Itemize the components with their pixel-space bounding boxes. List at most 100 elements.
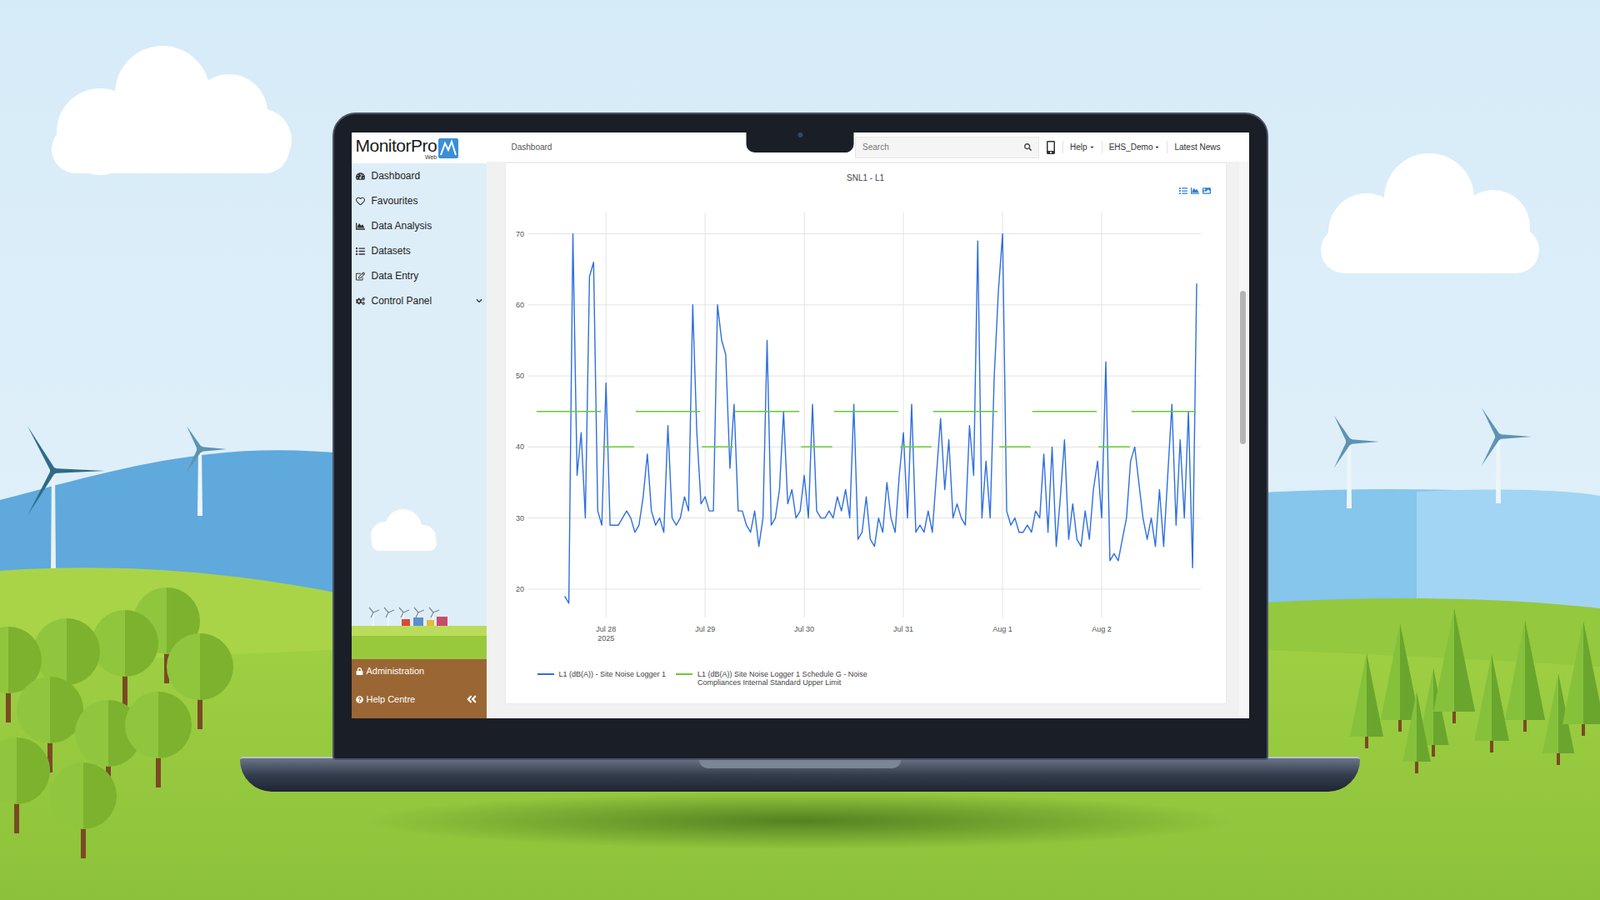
camera-icon (797, 132, 803, 138)
tree-icon (91, 610, 159, 706)
sidebar-item[interactable]: Datasets (351, 238, 487, 264)
limit-segment (833, 410, 898, 413)
limit-segment (1098, 446, 1130, 449)
pine-tree-icon (1402, 691, 1430, 774)
x-tick-label: Jul 31 (893, 625, 914, 634)
cogs-icon (355, 296, 365, 306)
x-tick-label: Aug 1 (992, 625, 1013, 634)
sidebar-item[interactable]: Data Analysis (351, 213, 487, 239)
limit-segment (932, 410, 997, 413)
laptop-base (240, 756, 1360, 792)
y-tick-label: 40 (515, 442, 524, 451)
chevron-down-icon (475, 297, 483, 305)
wind-turbine-icon (399, 607, 410, 626)
sidebar-item[interactable]: Control Panel (351, 288, 487, 314)
collapse-icon[interactable] (465, 693, 478, 705)
tree-icon (125, 691, 192, 788)
logo-edition: Web (425, 154, 437, 160)
heart-icon (355, 196, 365, 206)
chart-icon[interactable] (1190, 186, 1200, 195)
page: MonitorProWebDashboardFavouritesData Ana… (0, 0, 1600, 900)
list-icon[interactable] (1179, 186, 1188, 195)
wind-turbine-icon (1479, 406, 1532, 504)
wind-turbine-icon (184, 425, 227, 516)
grid-line (527, 233, 1201, 235)
grid-line (527, 304, 1201, 305)
legend-swatch (675, 673, 693, 675)
limit-segment (800, 446, 833, 449)
wind-turbine-icon (369, 607, 380, 626)
content: SNL1 - L1203040506070Jul 282025Jul 29Jul… (486, 161, 1250, 719)
caret-down-icon (1154, 144, 1160, 150)
legend-swatch (537, 673, 555, 675)
edit-icon (355, 271, 365, 281)
y-tick-label: 70 (515, 230, 524, 239)
sidebar: MonitorProWebDashboardFavouritesData Ana… (351, 132, 487, 719)
limit-segment (635, 410, 700, 413)
y-tick-label: 20 (515, 585, 524, 594)
y-tick-label: 50 (515, 371, 524, 380)
search-input[interactable] (862, 140, 1021, 154)
y-tick-label: 30 (515, 514, 524, 523)
x-tick-label: Jul 30 (794, 625, 815, 634)
cloud-icon (1320, 153, 1540, 274)
pine-tree-icon (1562, 620, 1600, 736)
screen: MonitorProWebDashboardFavouritesData Ana… (351, 132, 1250, 719)
limit-segment (999, 446, 1031, 449)
limit-segment (1130, 410, 1195, 413)
pine-tree-icon (1350, 653, 1384, 749)
wind-turbine-icon (1331, 414, 1380, 509)
noise-line-series (564, 234, 1196, 604)
caret-down-icon (1089, 144, 1095, 150)
y-tick-label: 60 (515, 300, 524, 310)
x-tick-label: Jul 28 (595, 625, 616, 634)
image-icon[interactable] (1202, 186, 1211, 195)
grid-line (527, 588, 1201, 590)
breadcrumb[interactable]: Dashboard (486, 140, 553, 154)
search-icon[interactable] (1024, 143, 1032, 151)
notch (746, 114, 855, 153)
chart-header: SNL1 - L1 (505, 163, 1226, 205)
sidebar-footer: Administration Help Centre (351, 659, 487, 719)
grid-line (704, 212, 705, 618)
x-tick-sublabel: 2025 (597, 634, 615, 643)
chart-title: SNL1 - L1 (505, 163, 1226, 184)
grid-line (605, 212, 606, 618)
sidebar-footer-item[interactable]: Administration (351, 661, 487, 680)
limit-segment (1031, 410, 1096, 413)
sidebar-item[interactable]: Favourites (351, 188, 487, 214)
grid-line (902, 212, 904, 618)
tree-icon (50, 762, 117, 859)
wind-turbine-icon (384, 607, 395, 626)
grid-line (527, 375, 1201, 377)
sidebar-item[interactable]: Data Entry (351, 263, 487, 289)
mobile-button[interactable] (1039, 140, 1063, 155)
scroll-area: SNL1 - L1203040506070Jul 282025Jul 29Jul… (486, 161, 1240, 719)
limit-series (535, 411, 1195, 448)
legend-item[interactable]: L1 (dB(A)) - Site Noise Logger 1 (537, 670, 667, 679)
x-tick-label: Aug 2 (1091, 625, 1112, 634)
scrollbar[interactable] (1239, 161, 1248, 719)
sidebar-footer-item[interactable]: Help Centre (351, 690, 487, 709)
legend-item[interactable]: L1 (dB(A)) Site Noise Logger 1 Schedule … (675, 670, 890, 687)
logo-name: MonitorPro (355, 136, 438, 155)
lock-icon (355, 667, 364, 675)
topbar-menu[interactable]: Latest News (1166, 140, 1227, 154)
help-icon (355, 695, 364, 704)
chart-legend: L1 (dB(A)) - Site Noise Logger 1 L1 (dB(A… (505, 646, 1226, 687)
grid-line (1100, 212, 1102, 618)
topbar-menu[interactable]: EHS_Demo (1101, 140, 1168, 154)
search-field (855, 136, 1040, 159)
logo[interactable]: MonitorProWeb (351, 132, 487, 164)
chart-icon (355, 221, 365, 231)
grid-line (803, 212, 805, 618)
main: Dashboard HelpEHS_DemoLatest News SNL1 - L… (486, 132, 1250, 719)
sidebar-item[interactable]: Dashboard (351, 163, 487, 189)
topbar-menu[interactable]: Help (1062, 140, 1102, 154)
scrollbar-thumb[interactable] (1240, 290, 1246, 445)
logo-mark-icon (438, 138, 459, 159)
pine-tree-icon (1433, 608, 1475, 724)
chart-card: SNL1 - L1203040506070Jul 282025Jul 29Jul… (505, 163, 1226, 704)
noise-chart: 203040506070Jul 282025Jul 29Jul 30Jul 31… (505, 205, 1226, 647)
tree-icon (0, 737, 50, 834)
